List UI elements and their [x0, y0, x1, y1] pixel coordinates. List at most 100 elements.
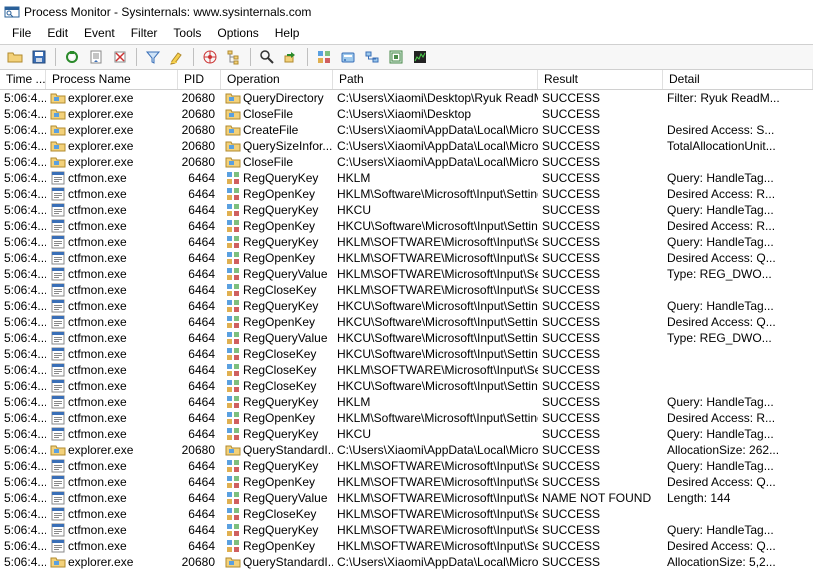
table-row[interactable]: 5:06:4...explorer.exe20680QueryDirectory… — [0, 90, 813, 106]
table-row[interactable]: 5:06:4...ctfmon.exe6464RegOpenKeyHKCU\So… — [0, 314, 813, 330]
jump-icon[interactable] — [280, 46, 302, 68]
time-cell: 5:06:4... — [0, 298, 46, 314]
pid-cell-text: 6464 — [188, 490, 215, 506]
column-header[interactable]: Detail — [663, 70, 813, 89]
table-row[interactable]: 5:06:4...explorer.exe20680QuerySizeInfor… — [0, 138, 813, 154]
pid-cell-text: 6464 — [188, 170, 215, 186]
process-cell-text: ctfmon.exe — [68, 474, 127, 490]
path-cell: C:\Users\Xiaomi\AppData\Local\Micro... — [333, 154, 538, 170]
table-row[interactable]: 5:06:4...explorer.exe20680QueryStandardI… — [0, 554, 813, 570]
operation-cell-text: QueryStandardI... — [243, 442, 333, 458]
time-cell: 5:06:4... — [0, 282, 46, 298]
pid-cell: 6464 — [178, 426, 221, 442]
table-row[interactable]: 5:06:4...ctfmon.exe6464RegOpenKeyHKLM\SO… — [0, 250, 813, 266]
pid-cell: 6464 — [178, 378, 221, 394]
table-row[interactable]: 5:06:4...ctfmon.exe6464RegCloseKeyHKLM\S… — [0, 282, 813, 298]
column-header[interactable]: Result — [538, 70, 663, 89]
column-header[interactable]: Operation — [221, 70, 333, 89]
process-cell-icon — [50, 138, 66, 154]
table-row[interactable]: 5:06:4...explorer.exe20680CreateFileC:\U… — [0, 122, 813, 138]
detail-cell-text: Query: HandleTag... — [667, 426, 774, 442]
process-cell-text: ctfmon.exe — [68, 506, 127, 522]
network-icon[interactable] — [361, 46, 383, 68]
process-cell: ctfmon.exe — [46, 234, 178, 250]
table-row[interactable]: 5:06:4...ctfmon.exe6464RegQueryValueHKLM… — [0, 490, 813, 506]
process-cell-text: ctfmon.exe — [68, 490, 127, 506]
menu-tools[interactable]: Tools — [165, 24, 209, 44]
column-header[interactable]: PID — [178, 70, 221, 89]
find-icon[interactable] — [256, 46, 278, 68]
time-cell-text: 5:06:4... — [4, 346, 46, 362]
table-row[interactable]: 5:06:4...ctfmon.exe6464RegQueryKeyHKLM\S… — [0, 522, 813, 538]
column-header[interactable]: Process Name — [46, 70, 178, 89]
highlight-icon[interactable] — [166, 46, 188, 68]
table-row[interactable]: 5:06:4...ctfmon.exe6464RegOpenKeyHKLM\SO… — [0, 474, 813, 490]
process-cell-icon — [50, 298, 66, 314]
include-process-icon[interactable] — [199, 46, 221, 68]
table-row[interactable]: 5:06:4...ctfmon.exe6464RegQueryValueHKCU… — [0, 330, 813, 346]
table-row[interactable]: 5:06:4...ctfmon.exe6464RegQueryKeyHKCUSU… — [0, 426, 813, 442]
result-cell-text: SUCCESS — [542, 122, 600, 138]
process-cell-text: ctfmon.exe — [68, 202, 127, 218]
operation-cell-icon — [225, 154, 241, 170]
process-icon[interactable] — [385, 46, 407, 68]
menu-file[interactable]: File — [4, 24, 39, 44]
save-icon[interactable] — [28, 46, 50, 68]
table-row[interactable]: 5:06:4...ctfmon.exe6464RegQueryKeyHKCUSU… — [0, 202, 813, 218]
menu-edit[interactable]: Edit — [39, 24, 76, 44]
table-row[interactable]: 5:06:4...explorer.exe20680QueryStandardI… — [0, 442, 813, 458]
filesystem-icon[interactable] — [337, 46, 359, 68]
menu-help[interactable]: Help — [267, 24, 308, 44]
table-row[interactable]: 5:06:4...ctfmon.exe6464RegOpenKeyHKLM\So… — [0, 186, 813, 202]
menu-options[interactable]: Options — [209, 24, 266, 44]
table-row[interactable]: 5:06:4...ctfmon.exe6464RegQueryKeyHKCU\S… — [0, 298, 813, 314]
table-row[interactable]: 5:06:4...explorer.exe20680CloseFileC:\Us… — [0, 154, 813, 170]
time-cell-text: 5:06:4... — [4, 298, 46, 314]
table-row[interactable]: 5:06:4...ctfmon.exe6464RegCloseKeyHKCU\S… — [0, 346, 813, 362]
filter-icon[interactable] — [142, 46, 164, 68]
operation-cell: CloseFile — [221, 106, 333, 122]
result-cell-text: SUCCESS — [542, 186, 600, 202]
registry-icon[interactable] — [313, 46, 335, 68]
menu-filter[interactable]: Filter — [123, 24, 166, 44]
table-row[interactable]: 5:06:4...ctfmon.exe6464RegOpenKeyHKLM\So… — [0, 410, 813, 426]
open-icon[interactable] — [4, 46, 26, 68]
result-cell-text: SUCCESS — [542, 410, 600, 426]
process-cell: ctfmon.exe — [46, 330, 178, 346]
table-row[interactable]: 5:06:4...ctfmon.exe6464RegCloseKeyHKLM\S… — [0, 362, 813, 378]
pid-cell: 6464 — [178, 410, 221, 426]
detail-cell-text: Desired Access: Q... — [667, 538, 776, 554]
detail-cell: Type: REG_DWO... — [663, 330, 813, 346]
result-cell: SUCCESS — [538, 170, 663, 186]
process-cell-icon — [50, 458, 66, 474]
table-row[interactable]: 5:06:4...explorer.exe20680CloseFileC:\Us… — [0, 106, 813, 122]
table-row[interactable]: 5:06:4...ctfmon.exe6464RegQueryKeyHKLMSU… — [0, 170, 813, 186]
table-row[interactable]: 5:06:4...ctfmon.exe6464RegQueryValueHKLM… — [0, 266, 813, 282]
path-cell-text: HKLM\SOFTWARE\Microsoft\Input\Se... — [337, 490, 538, 506]
process-cell-icon — [50, 170, 66, 186]
toolbar-separator — [307, 48, 308, 66]
table-row[interactable]: 5:06:4...ctfmon.exe6464RegOpenKeyHKCU\So… — [0, 218, 813, 234]
table-row[interactable]: 5:06:4...ctfmon.exe6464RegCloseKeyHKCU\S… — [0, 378, 813, 394]
detail-cell-text: Desired Access: R... — [667, 410, 775, 426]
column-header[interactable]: Path — [333, 70, 538, 89]
clear-icon[interactable] — [109, 46, 131, 68]
time-cell-text: 5:06:4... — [4, 538, 46, 554]
table-row[interactable]: 5:06:4...ctfmon.exe6464RegQueryKeyHKLM\S… — [0, 458, 813, 474]
operation-cell-text: RegOpenKey — [243, 186, 315, 202]
event-list[interactable]: 5:06:4...explorer.exe20680QueryDirectory… — [0, 90, 813, 570]
tree-icon[interactable] — [223, 46, 245, 68]
menu-event[interactable]: Event — [76, 24, 123, 44]
table-row[interactable]: 5:06:4...ctfmon.exe6464RegOpenKeyHKLM\SO… — [0, 538, 813, 554]
autoscroll-icon[interactable] — [85, 46, 107, 68]
menubar: FileEditEventFilterToolsOptionsHelp — [0, 24, 813, 44]
capture-icon[interactable] — [61, 46, 83, 68]
table-row[interactable]: 5:06:4...ctfmon.exe6464RegQueryKeyHKLM\S… — [0, 234, 813, 250]
profiling-icon[interactable] — [409, 46, 431, 68]
time-cell: 5:06:4... — [0, 90, 46, 106]
table-row[interactable]: 5:06:4...ctfmon.exe6464RegQueryKeyHKLMSU… — [0, 394, 813, 410]
table-row[interactable]: 5:06:4...ctfmon.exe6464RegCloseKeyHKLM\S… — [0, 506, 813, 522]
pid-cell-text: 6464 — [188, 314, 215, 330]
column-header[interactable]: Time ... — [0, 70, 46, 89]
pid-cell: 6464 — [178, 522, 221, 538]
